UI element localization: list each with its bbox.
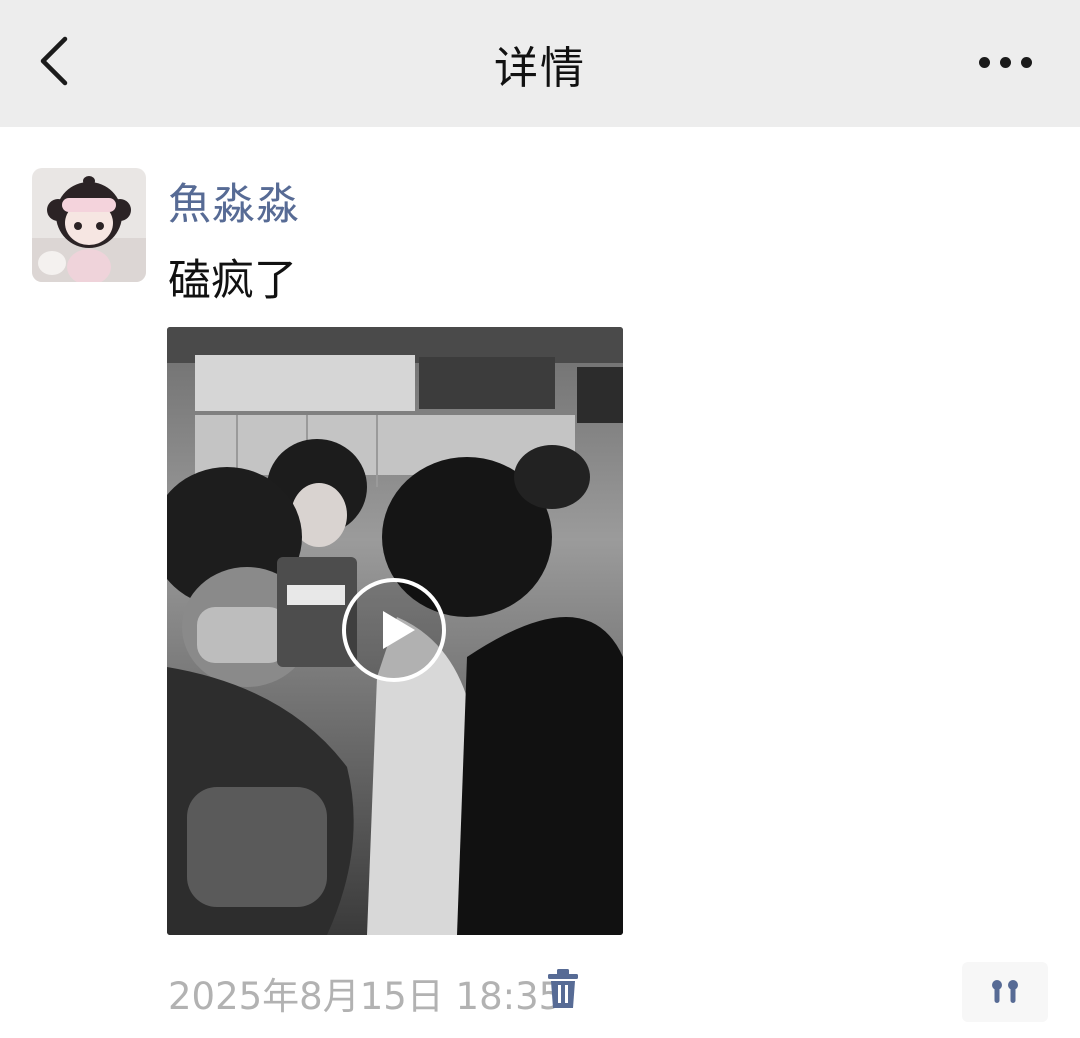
play-button[interactable]: [341, 577, 447, 683]
avatar-image: [32, 168, 146, 282]
page-title: 详情: [494, 42, 586, 94]
delete-button[interactable]: [545, 968, 581, 1010]
chevron-left-icon: [40, 36, 68, 86]
comment-more-icon: [992, 980, 1018, 1003]
more-button[interactable]: [970, 36, 1040, 88]
username[interactable]: 魚淼淼: [168, 170, 300, 232]
post-text: 磕疯了: [168, 256, 297, 306]
back-button[interactable]: [28, 30, 80, 92]
top-navigation-bar: 详情: [0, 0, 1080, 127]
more-dot: [978, 56, 990, 68]
more-dot: [1020, 56, 1032, 68]
avatar[interactable]: [32, 168, 146, 282]
more-dot: [999, 56, 1011, 68]
comment-action-button[interactable]: [962, 962, 1048, 1022]
post-timestamp: 2025年8月15日 18:35: [168, 975, 563, 1018]
play-icon: [342, 578, 446, 682]
trash-icon: [548, 969, 578, 1008]
